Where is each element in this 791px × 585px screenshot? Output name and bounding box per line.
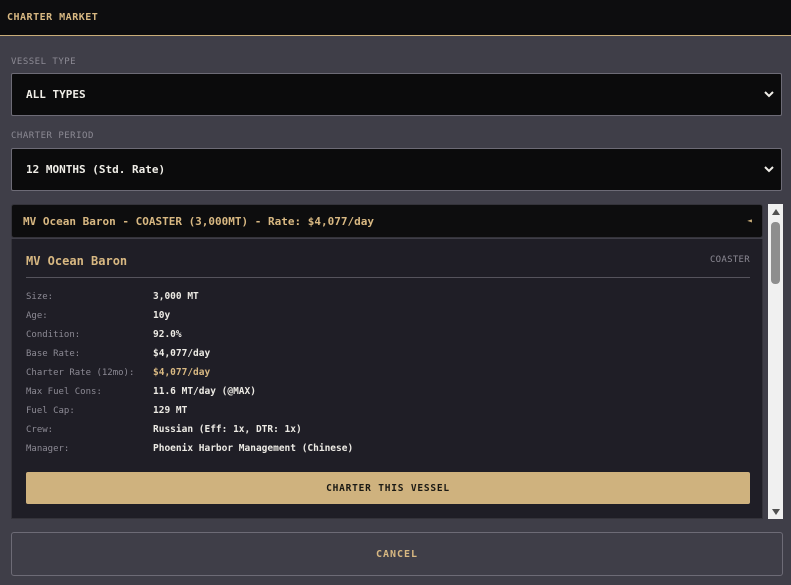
vertical-scrollbar[interactable] xyxy=(768,204,783,519)
spec-value: Phoenix Harbor Management (Chinese) xyxy=(153,443,354,454)
scroll-down-arrow-icon[interactable] xyxy=(768,504,783,519)
spec-label: Condition: xyxy=(26,329,81,340)
vessel-name: MV Ocean Baron xyxy=(26,254,128,268)
scrollbar-thumb[interactable] xyxy=(771,222,780,284)
charter-period-value: 12 MONTHS (Std. Rate) xyxy=(26,163,166,176)
vessel-list: MV Ocean Baron - COASTER (3,000MT) - Rat… xyxy=(11,204,783,519)
spec-row-fuel-cap: Fuel Cap: 129 MT xyxy=(26,401,750,420)
vessel-detail-header: MV Ocean Baron COASTER xyxy=(26,253,750,278)
spec-row-manager: Manager: Phoenix Harbor Management (Chin… xyxy=(26,439,750,458)
spec-value: Russian (Eff: 1x, DTR: 1x) xyxy=(153,424,302,435)
spec-row-age: Age: 10y xyxy=(26,306,750,325)
spec-value: 3,000 MT xyxy=(153,291,199,302)
vessel-type-badge: COASTER xyxy=(709,255,750,265)
cancel-button[interactable]: CANCEL xyxy=(11,532,783,576)
vessel-type-value: ALL TYPES xyxy=(26,88,86,101)
spec-row-max-fuel-cons: Max Fuel Cons: 11.6 MT/day (@MAX) xyxy=(26,382,750,401)
spec-value: 11.6 MT/day (@MAX) xyxy=(153,386,256,397)
chevron-down-icon xyxy=(764,91,774,98)
charter-period-select[interactable]: 12 MONTHS (Std. Rate) xyxy=(11,148,782,191)
spec-label: Manager: xyxy=(26,443,70,454)
scroll-up-arrow-icon[interactable] xyxy=(768,204,783,219)
spec-row-charter-rate: Charter Rate (12mo): $4,077/day xyxy=(26,363,750,382)
spec-label: Size: xyxy=(26,291,54,302)
vessel-detail-panel: MV Ocean Baron COASTER Size: 3,000 MT Ag… xyxy=(11,239,763,519)
vessel-type-select[interactable]: ALL TYPES xyxy=(11,73,782,116)
vessel-type-label: VESSEL TYPE xyxy=(11,57,77,67)
vessel-listing-header[interactable]: MV Ocean Baron - COASTER (3,000MT) - Rat… xyxy=(11,204,763,238)
spec-label: Crew: xyxy=(26,424,54,435)
spec-value: $4,077/day xyxy=(153,348,211,359)
spec-row-condition: Condition: 92.0% xyxy=(26,325,750,344)
spec-label: Base Rate: xyxy=(26,348,81,359)
charter-period-label: CHARTER PERIOD xyxy=(11,131,94,141)
spec-row-base-rate: Base Rate: $4,077/day xyxy=(26,344,750,363)
vessel-specs: Size: 3,000 MT Age: 10y Condition: 92.0%… xyxy=(26,287,750,458)
spec-row-size: Size: 3,000 MT xyxy=(26,287,750,306)
spec-value: 10y xyxy=(153,310,171,321)
spec-label: Fuel Cap: xyxy=(26,405,75,416)
chevron-down-icon xyxy=(764,166,774,173)
spec-label: Charter Rate (12mo): xyxy=(26,367,135,378)
page-title: CHARTER MARKET xyxy=(7,12,99,23)
title-bar: CHARTER MARKET xyxy=(0,0,791,36)
spec-label: Age: xyxy=(26,310,48,321)
spec-value: $4,077/day xyxy=(153,367,211,378)
vessel-summary: MV Ocean Baron - COASTER (3,000MT) - Rat… xyxy=(23,214,374,228)
spec-row-crew: Crew: Russian (Eff: 1x, DTR: 1x) xyxy=(26,420,750,439)
collapse-arrow-icon[interactable]: ◄ xyxy=(747,216,752,225)
spec-value: 129 MT xyxy=(153,405,188,416)
spec-label: Max Fuel Cons: xyxy=(26,386,102,397)
charter-vessel-button[interactable]: CHARTER THIS VESSEL xyxy=(26,472,750,504)
spec-value: 92.0% xyxy=(153,329,182,340)
